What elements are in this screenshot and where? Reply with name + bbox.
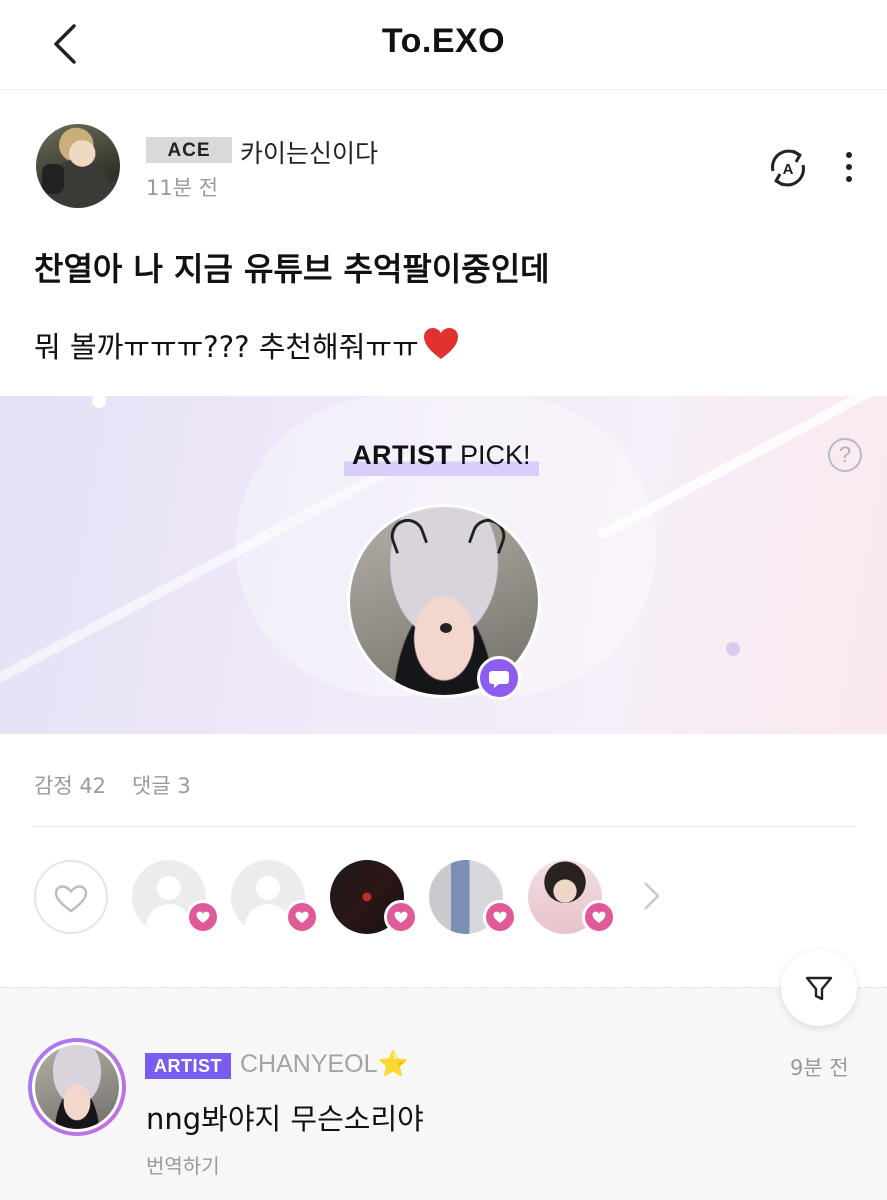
comment-avatar[interactable]: [28, 1038, 126, 1136]
artist-pick-banner: ARTIST PICK! ?: [0, 396, 887, 734]
comments-section: [0, 987, 887, 1200]
comment-text: nng봐야지 무슨소리야: [146, 1102, 424, 1136]
heart-badge-icon: [582, 900, 616, 934]
chat-bubble-icon: [477, 656, 521, 700]
emotion-count[interactable]: 감정 42: [34, 774, 106, 798]
author-avatar[interactable]: [36, 124, 120, 208]
svg-text:A: A: [783, 161, 794, 178]
star-icon: ⭐: [377, 1050, 409, 1078]
post-time: 11분 전: [146, 176, 219, 200]
post-stats: 감정 42 댓글 3: [34, 770, 217, 800]
artist-pick-label: ARTIST PICK!: [344, 438, 539, 476]
heart-badge-icon: [483, 900, 517, 934]
post-body-text: 뭐 볼까ㅠㅠㅠ??? 추천해줘ㅠㅠ: [34, 330, 419, 364]
heart-badge-icon: [186, 900, 220, 934]
translate-icon: A: [771, 149, 805, 187]
filter-button[interactable]: [781, 950, 857, 1026]
author-name[interactable]: 카이는신이다: [240, 134, 378, 170]
divider: [34, 826, 854, 827]
post-title: 찬열아 나 지금 유튜브 추억팔이중인데: [34, 250, 550, 288]
artist-badge: ARTIST: [145, 1053, 231, 1079]
help-icon[interactable]: ?: [828, 438, 862, 472]
comment-author[interactable]: CHANYEOL⭐: [240, 1050, 409, 1079]
ace-badge: ACE: [146, 137, 232, 163]
comment-time: 9분 전: [790, 1056, 849, 1080]
post-body: 뭐 볼까ㅠㅠㅠ??? 추천해줘ㅠㅠ: [34, 324, 459, 368]
like-button[interactable]: [34, 860, 108, 934]
comment-count[interactable]: 댓글 3: [132, 774, 191, 798]
heart-outline-icon: [54, 885, 88, 913]
more-options-button[interactable]: [838, 150, 860, 184]
more-vertical-icon: [846, 152, 852, 182]
page-title: To.EXO: [381, 22, 506, 60]
red-heart-icon: [423, 327, 459, 368]
translate-link[interactable]: 번역하기: [146, 1150, 220, 1179]
chevron-right-icon: [644, 882, 660, 910]
translate-button[interactable]: A: [765, 145, 811, 191]
reactors-next-button[interactable]: [640, 878, 664, 914]
top-bar: To.EXO: [0, 0, 887, 90]
heart-badge-icon: [384, 900, 418, 934]
filter-icon: [805, 976, 833, 1001]
heart-badge-icon: [285, 900, 319, 934]
